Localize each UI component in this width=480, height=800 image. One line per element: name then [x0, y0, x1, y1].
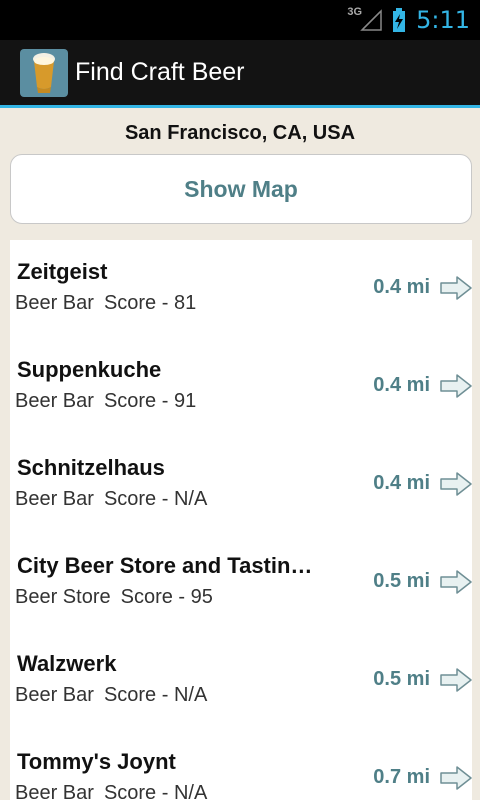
- bar-meta: Beer Bar Score - 81: [15, 292, 196, 315]
- bar-type: Beer Bar: [15, 292, 94, 314]
- location-label: San Francisco, CA, USA: [124, 122, 356, 144]
- list-item[interactable]: Suppenkuche Beer Bar Score - 91 0.4 mi: [10, 338, 472, 436]
- list-item[interactable]: Walzwerk Beer Bar Score - N/A 0.5 mi: [10, 632, 472, 730]
- bar-distance: 0.4 mi: [373, 472, 430, 494]
- bar-score: Score - N/A: [103, 684, 208, 706]
- battery-charging-icon: [393, 8, 406, 32]
- beer-glass-icon[interactable]: [20, 48, 68, 97]
- list-item[interactable]: Schnitzelhaus Beer Bar Score - N/A 0.4 mi: [10, 436, 472, 534]
- status-bar: 3G 5:11: [0, 0, 480, 40]
- bar-score: Score - 81: [103, 292, 197, 314]
- bar-meta: Beer Bar Score - N/A: [15, 488, 207, 511]
- bar-distance: 0.4 mi: [373, 374, 430, 396]
- bar-name: Tommy's Joynt: [17, 749, 176, 774]
- bar-type: Beer Bar: [15, 488, 94, 510]
- bar-meta: Beer Store Score - 95: [15, 586, 213, 609]
- bar-name: Zeitgeist: [17, 259, 108, 284]
- arrow-right-icon[interactable]: [440, 570, 472, 594]
- arrow-right-icon[interactable]: [440, 472, 472, 496]
- bar-meta: Beer Bar Score - N/A: [15, 782, 207, 800]
- show-map-button[interactable]: Show Map: [10, 154, 472, 224]
- bar-distance: 0.7 mi: [373, 766, 430, 788]
- signal-icon: [360, 9, 382, 31]
- list-item[interactable]: City Beer Store and Tastin… Beer Store Sc…: [10, 534, 472, 632]
- bar-type: Beer Bar: [15, 782, 94, 800]
- bar-type: Beer Store: [15, 586, 111, 608]
- bar-score: Score - N/A: [103, 782, 208, 800]
- bar-distance: 0.4 mi: [373, 276, 430, 298]
- bar-meta: Beer Bar Score - N/A: [15, 684, 207, 707]
- clock: 5:11: [416, 6, 470, 34]
- arrow-right-icon[interactable]: [440, 766, 472, 790]
- bar-name: Walzwerk: [17, 651, 117, 676]
- list-item[interactable]: Tommy's Joynt Beer Bar Score - N/A 0.7 mi: [10, 730, 472, 800]
- bar-name: Suppenkuche: [17, 357, 162, 382]
- bar-distance: 0.5 mi: [373, 570, 430, 592]
- app-title: Find Craft Beer: [75, 58, 245, 86]
- bar-score: Score - 91: [103, 390, 197, 412]
- list-item[interactable]: Zeitgeist Beer Bar Score - 81 0.4 mi: [10, 240, 472, 338]
- bar-list: Zeitgeist Beer Bar Score - 81 0.4 mi Supp…: [10, 240, 472, 800]
- bar-meta: Beer Bar Score - 91: [15, 390, 196, 413]
- bar-score: Score - N/A: [103, 488, 208, 510]
- bar-type: Beer Bar: [15, 390, 94, 412]
- bar-name: Schnitzelhaus: [17, 455, 165, 480]
- arrow-right-icon[interactable]: [440, 374, 472, 398]
- content: San Francisco, CA, USA Show Map Zeitgeis…: [0, 111, 480, 800]
- bar-distance: 0.5 mi: [373, 668, 430, 690]
- action-bar: Find Craft Beer: [0, 40, 480, 108]
- bar-type: Beer Bar: [15, 684, 94, 706]
- network-type: 3G: [347, 6, 363, 18]
- arrow-right-icon[interactable]: [440, 668, 472, 692]
- arrow-right-icon[interactable]: [440, 276, 472, 300]
- bar-score: Score - 95: [120, 586, 213, 608]
- bar-name: City Beer Store and Tastin…: [17, 553, 313, 578]
